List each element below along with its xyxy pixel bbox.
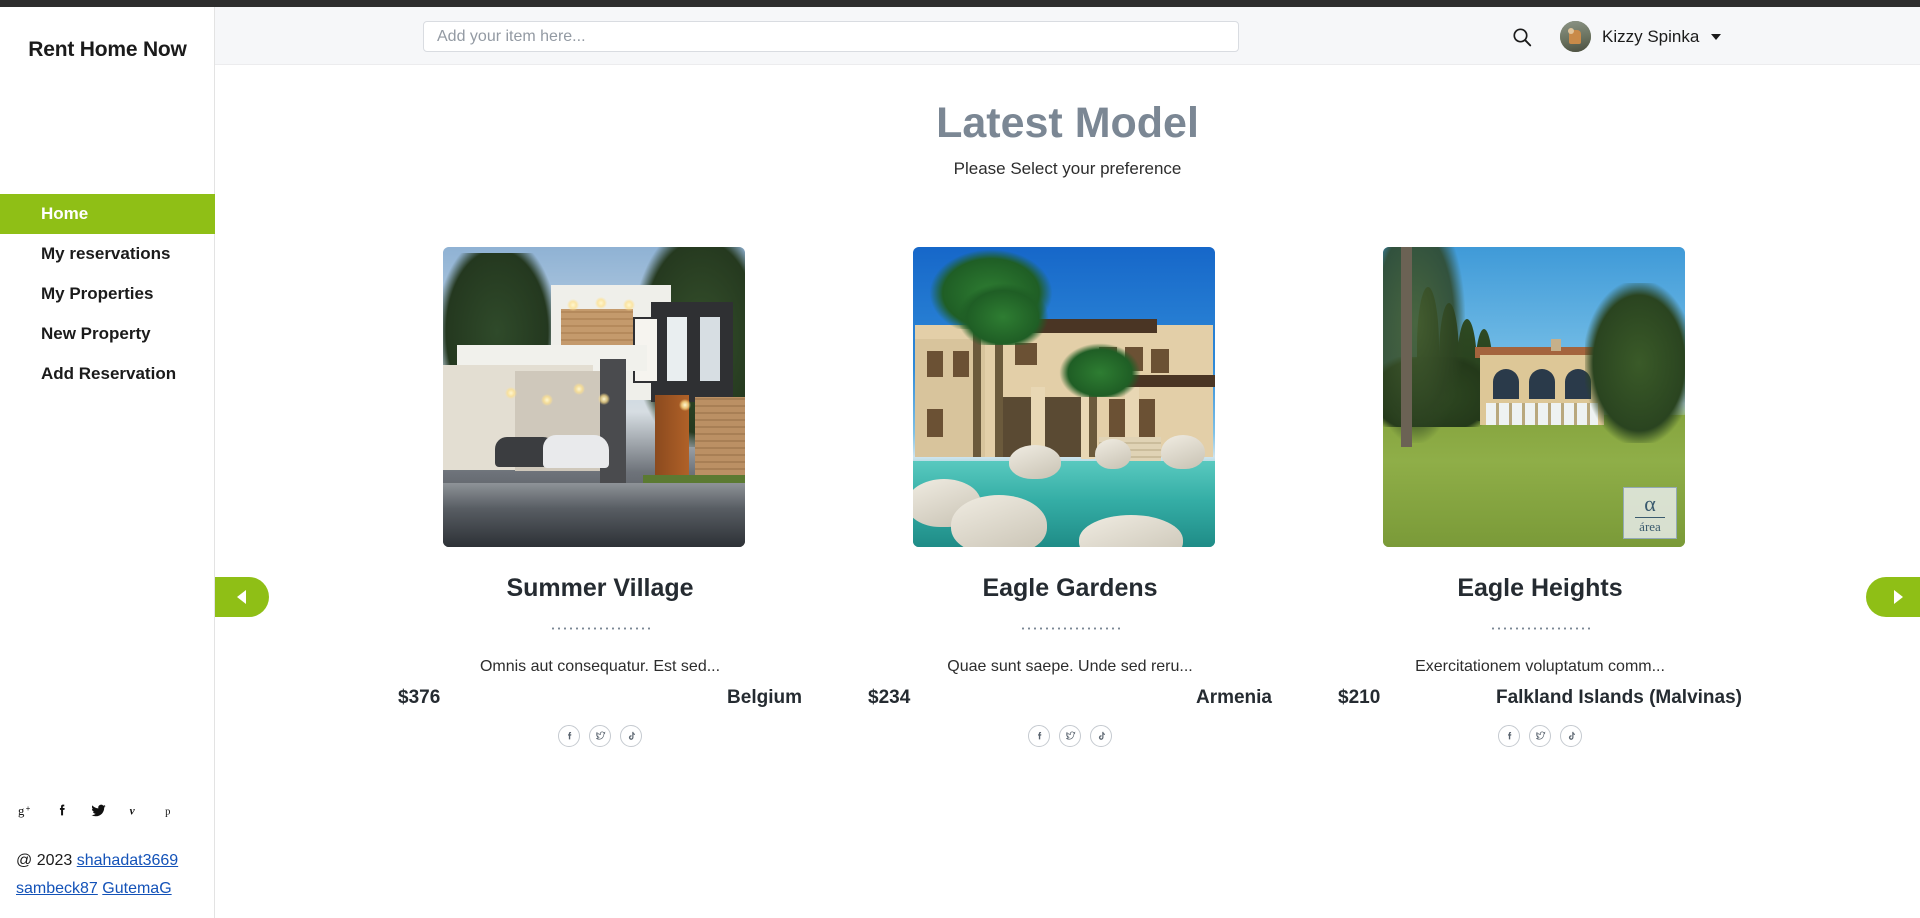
card-divider	[1490, 627, 1590, 630]
property-description: Omnis aut consequatur. Est sed...	[479, 658, 721, 675]
chevron-down-icon[interactable]	[1711, 33, 1722, 40]
property-location: Falkland Islands (Malvinas)	[1495, 687, 1742, 708]
sidebar-item-my-properties[interactable]: My Properties	[0, 274, 215, 314]
property-social-links	[1338, 725, 1742, 747]
avatar	[1560, 21, 1591, 52]
property-location: Armenia	[1195, 687, 1272, 708]
user-menu[interactable]: Kizzy Spinka	[1560, 21, 1722, 52]
facebook-icon[interactable]	[558, 725, 580, 747]
search-input[interactable]	[423, 21, 1239, 52]
twitter-icon[interactable]	[589, 725, 611, 747]
footer-copyright: @ 2023 shahadat3669 sambeck87 GutemaG	[16, 847, 216, 903]
property-card[interactable]: Summer Village Omnis aut consequatur. Es…	[398, 247, 802, 747]
sidebar-item-label: My Properties	[41, 284, 154, 303]
footer-link-gutemag[interactable]: GutemaG	[102, 880, 171, 897]
tiktok-icon[interactable]	[620, 725, 642, 747]
svg-text:+: +	[26, 804, 31, 813]
pinterest-icon[interactable]: p	[162, 802, 177, 823]
card-divider	[1020, 627, 1120, 630]
svg-text:p: p	[165, 806, 170, 817]
page-root: Rent Home Now Home My reservations My Pr…	[0, 0, 1920, 918]
image-watermark: α área	[1623, 487, 1677, 539]
property-image-eagle-heights[interactable]: α área	[1383, 247, 1685, 547]
twitter-icon[interactable]	[1529, 725, 1551, 747]
footer-link-sambeck87[interactable]: sambeck87	[16, 880, 98, 897]
property-title: Eagle Gardens	[982, 574, 1158, 602]
sidebar-item-label: New Property	[41, 324, 151, 343]
property-price: $234	[868, 687, 911, 708]
copyright-text: @ 2023	[16, 852, 73, 869]
svg-text:v: v	[130, 806, 136, 818]
watermark-symbol: α	[1644, 491, 1656, 516]
search-field-wrapper	[423, 21, 1239, 52]
watermark-text: área	[1639, 519, 1661, 534]
sidebar-item-my-reservations[interactable]: My reservations	[0, 234, 215, 274]
page-subtitle: Please Select your preference	[953, 159, 1182, 178]
sidebar-item-label: Home	[41, 204, 89, 223]
browser-chrome-strip	[0, 0, 1920, 7]
property-meta: $376 Belgium	[398, 687, 802, 717]
sidebar-item-label: Add Reservation	[41, 364, 177, 383]
property-price: $376	[398, 687, 441, 708]
facebook-icon[interactable]	[54, 802, 70, 823]
property-description: Exercitationem voluptatum comm...	[1415, 658, 1665, 675]
property-social-links	[868, 725, 1272, 747]
property-social-links	[398, 725, 802, 747]
facebook-icon[interactable]	[1028, 725, 1050, 747]
property-description: Quae sunt saepe. Unde sed reru...	[947, 658, 1193, 675]
twitter-icon[interactable]	[89, 802, 108, 823]
main-content: Latest Model Please Select your preferen…	[214, 65, 1920, 918]
svg-text:g: g	[18, 804, 25, 818]
property-card-list: Summer Village Omnis aut consequatur. Es…	[215, 247, 1920, 847]
property-card[interactable]: Eagle Gardens Quae sunt saepe. Unde sed …	[868, 247, 1272, 747]
property-image-summer-village[interactable]	[443, 247, 745, 547]
vimeo-icon[interactable]: v	[127, 802, 143, 823]
tiktok-icon[interactable]	[1560, 725, 1582, 747]
property-title: Summer Village	[506, 574, 694, 602]
property-price: $210	[1338, 687, 1381, 708]
footer-social-links: g + v p	[18, 802, 177, 823]
sidebar-item-home[interactable]: Home	[0, 194, 215, 234]
property-meta: $234 Armenia	[868, 687, 1272, 717]
sidebar-item-new-property[interactable]: New Property	[0, 314, 215, 354]
card-divider	[550, 627, 650, 630]
sidebar-nav: Home My reservations My Properties New P…	[0, 194, 215, 394]
property-location: Belgium	[727, 687, 802, 708]
sidebar: Rent Home Now Home My reservations My Pr…	[0, 7, 215, 918]
facebook-icon[interactable]	[1498, 725, 1520, 747]
search-icon	[1513, 28, 1532, 47]
property-meta: $210 Falkland Islands (Malvinas)	[1338, 687, 1742, 717]
sidebar-item-label: My reservations	[41, 244, 171, 263]
footer-link-shahadat3669[interactable]: shahadat3669	[77, 852, 178, 869]
google-plus-icon[interactable]: g +	[18, 802, 35, 823]
sidebar-item-add-reservation[interactable]: Add Reservation	[0, 354, 215, 394]
twitter-icon[interactable]	[1059, 725, 1081, 747]
search-button[interactable]	[1510, 25, 1534, 49]
property-image-eagle-gardens[interactable]	[913, 247, 1215, 547]
tiktok-icon[interactable]	[1090, 725, 1112, 747]
property-card[interactable]: α área Eagle Heights Exercitationem volu…	[1338, 247, 1742, 747]
user-name: Kizzy Spinka	[1602, 26, 1700, 46]
brand-title: Rent Home Now	[28, 38, 187, 61]
page-title: Latest Model	[936, 99, 1199, 147]
top-header: Kizzy Spinka	[215, 7, 1920, 65]
property-title: Eagle Heights	[1457, 574, 1623, 602]
